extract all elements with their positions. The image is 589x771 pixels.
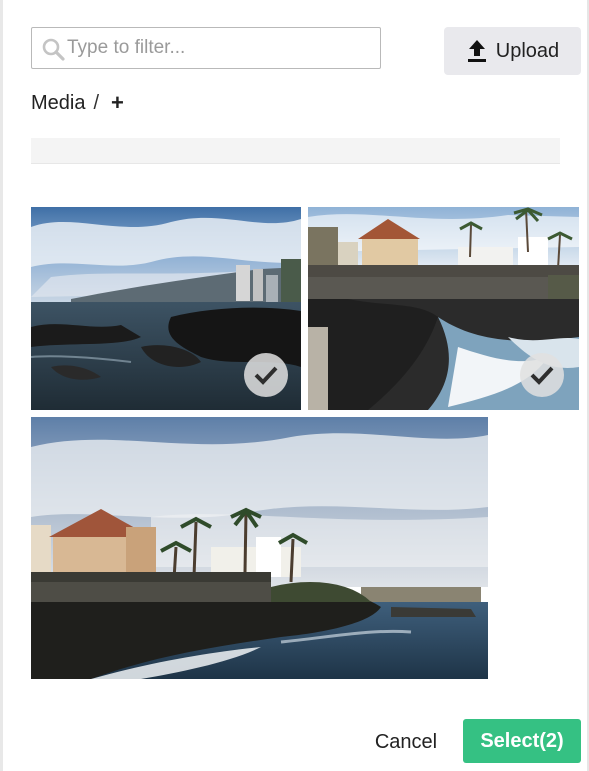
- selected-check-badge: [244, 353, 288, 397]
- check-icon: [254, 366, 278, 385]
- breadcrumb-separator: /: [93, 91, 100, 114]
- cancel-button[interactable]: Cancel: [366, 723, 446, 761]
- search-icon: [42, 38, 65, 61]
- modal-left-edge: [0, 0, 3, 771]
- upload-button[interactable]: Upload: [444, 27, 581, 75]
- media-thumbnail: [31, 417, 488, 679]
- add-folder-button[interactable]: +: [111, 90, 124, 116]
- select-button[interactable]: Select(2): [463, 719, 581, 763]
- upload-progress-bar: [31, 138, 560, 164]
- filter-input[interactable]: [67, 28, 367, 68]
- upload-label: Upload: [495, 39, 560, 62]
- breadcrumb-root[interactable]: Media: [31, 92, 85, 115]
- selected-check-badge: [520, 353, 564, 397]
- upload-icon: [467, 40, 486, 62]
- check-icon: [530, 366, 554, 385]
- breadcrumb: Media / +: [31, 90, 124, 116]
- media-item-coast-buildings-waves[interactable]: [308, 207, 579, 410]
- media-item-coast-buildings-palms[interactable]: [31, 417, 488, 679]
- media-item-coast-rocks-city[interactable]: [31, 207, 301, 410]
- filter-field[interactable]: [31, 27, 381, 69]
